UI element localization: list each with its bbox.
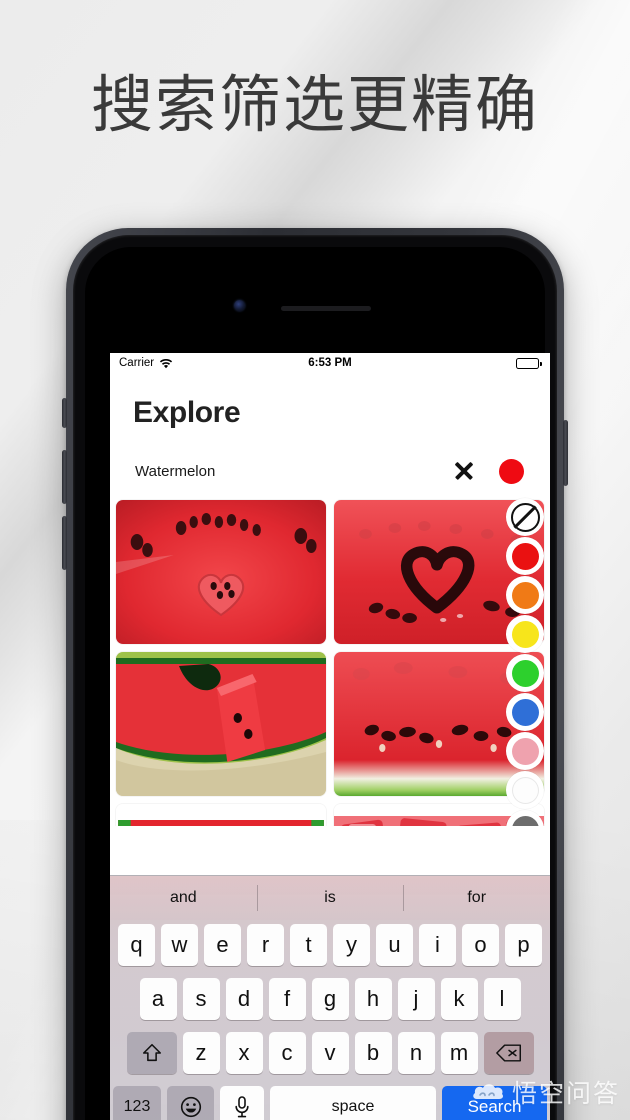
shift-arrow-icon[interactable] <box>126 1032 177 1074</box>
predictive-text-bar: and is for <box>110 876 550 920</box>
color-swatch <box>511 776 539 804</box>
key-n[interactable]: n <box>397 1032 435 1074</box>
onscreen-keyboard: and is for q w e r t y u i o p a s d f g… <box>110 875 550 1120</box>
key-u[interactable]: u <box>376 924 413 966</box>
color-swatch <box>511 581 539 609</box>
keyboard-row-4: 123 space Search <box>113 1086 547 1120</box>
key-i[interactable]: i <box>419 924 456 966</box>
prediction-item[interactable]: for <box>403 876 550 920</box>
volume-down-button[interactable] <box>62 516 67 570</box>
result-tile[interactable] <box>116 652 326 796</box>
key-s[interactable]: s <box>182 978 220 1020</box>
key-p[interactable]: p <box>505 924 542 966</box>
keyboard-keys: q w e r t y u i o p a s d f g h j k l z … <box>110 920 550 1120</box>
front-camera-icon <box>234 300 245 311</box>
key-k[interactable]: k <box>440 978 478 1020</box>
prediction-item[interactable]: and <box>110 876 257 920</box>
key-m[interactable]: m <box>440 1032 478 1074</box>
prediction-item[interactable]: is <box>256 876 404 920</box>
search-input[interactable]: Watermelon <box>135 463 449 480</box>
color-filter-orange[interactable] <box>506 576 544 614</box>
color-swatch <box>511 737 539 765</box>
key-x[interactable]: x <box>225 1032 263 1074</box>
smiley-icon[interactable] <box>167 1086 214 1120</box>
key-r[interactable]: r <box>247 924 284 966</box>
space-key[interactable]: space <box>270 1086 436 1120</box>
key-a[interactable]: a <box>139 978 177 1020</box>
key-v[interactable]: v <box>311 1032 349 1074</box>
keyboard-row-3: z x c v b n m <box>113 1032 547 1074</box>
color-filter-white[interactable] <box>506 771 544 809</box>
search-bar[interactable]: Watermelon <box>110 448 550 494</box>
color-swatch <box>511 620 539 648</box>
key-e[interactable]: e <box>204 924 241 966</box>
screenshot-root: 搜索筛选更精确 Carrier 6:53 PM Explore Watermel… <box>0 0 630 1120</box>
key-q[interactable]: q <box>118 924 155 966</box>
key-t[interactable]: t <box>290 924 327 966</box>
keyboard-row-1: q w e r t y u i o p <box>113 924 547 966</box>
results-grid <box>116 500 544 826</box>
phone-screen: Carrier 6:53 PM Explore Watermelon and i… <box>110 353 550 1120</box>
numbers-key[interactable]: 123 <box>113 1086 161 1120</box>
active-color-swatch[interactable] <box>499 458 524 484</box>
page-headline: 搜索筛选更精确 <box>90 68 539 141</box>
color-filter-red[interactable] <box>506 537 544 575</box>
result-tile[interactable] <box>116 804 326 826</box>
color-swatch <box>511 542 539 570</box>
key-d[interactable]: d <box>225 978 263 1020</box>
silent-switch[interactable] <box>62 398 67 428</box>
key-o[interactable]: o <box>462 924 499 966</box>
keyboard-row-2: a s d f g h j k l <box>113 978 547 1020</box>
phone-bezel: Carrier 6:53 PM Explore Watermelon and i… <box>85 247 550 1120</box>
phone-device: Carrier 6:53 PM Explore Watermelon and i… <box>62 228 568 1120</box>
color-swatch <box>511 815 539 826</box>
search-return-key[interactable]: Search <box>442 1086 547 1120</box>
results-grid-area <box>110 494 550 826</box>
earpiece-speaker <box>281 306 371 311</box>
key-y[interactable]: y <box>333 924 370 966</box>
close-x-icon[interactable] <box>449 456 479 486</box>
key-h[interactable]: h <box>354 978 392 1020</box>
microphone-icon[interactable] <box>220 1086 264 1120</box>
key-b[interactable]: b <box>354 1032 392 1074</box>
page-title: Explore <box>133 396 241 429</box>
status-bar: Carrier 6:53 PM <box>110 353 550 374</box>
key-c[interactable]: c <box>268 1032 306 1074</box>
status-bar-right <box>516 358 542 369</box>
key-g[interactable]: g <box>311 978 349 1020</box>
status-time: 6:53 PM <box>308 357 352 369</box>
key-f[interactable]: f <box>268 978 306 1020</box>
color-swatch <box>511 659 539 687</box>
color-filter-none[interactable] <box>506 498 544 536</box>
power-button[interactable] <box>563 420 568 486</box>
volume-up-button[interactable] <box>62 450 67 504</box>
color-filter-strip[interactable] <box>506 498 544 826</box>
no-color-icon <box>510 502 540 532</box>
color-filter-pink[interactable] <box>506 732 544 770</box>
color-swatch <box>511 698 539 726</box>
phone-inner-frame: Carrier 6:53 PM Explore Watermelon and i… <box>73 235 557 1120</box>
backspace-icon[interactable] <box>483 1032 534 1074</box>
key-z[interactable]: z <box>182 1032 220 1074</box>
color-filter-gray[interactable] <box>506 810 544 826</box>
key-j[interactable]: j <box>397 978 435 1020</box>
key-l[interactable]: l <box>483 978 521 1020</box>
result-tile[interactable] <box>116 500 326 644</box>
color-filter-yellow[interactable] <box>506 615 544 653</box>
battery-full-icon <box>516 358 542 369</box>
key-w[interactable]: w <box>161 924 198 966</box>
color-filter-blue[interactable] <box>506 693 544 731</box>
color-filter-green[interactable] <box>506 654 544 692</box>
